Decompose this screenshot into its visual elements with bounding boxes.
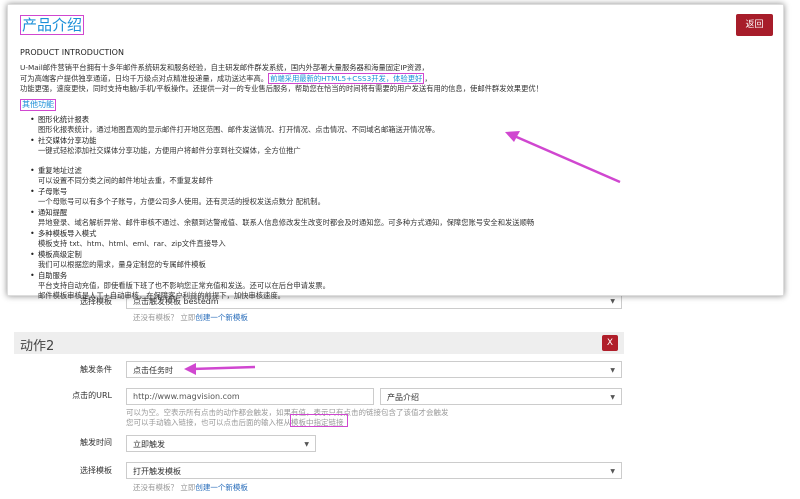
url-hint-line2-text: 您可以手动输入链接，也可以点击后面的输入框从 bbox=[126, 418, 291, 427]
list-item: 自助服务 平台支持自动充值，即使看版下班了也不影响您正常充值和发送。还可以在后台… bbox=[30, 271, 752, 301]
feature-title: 通知提醒 bbox=[30, 208, 752, 218]
hint-bottom-text: 还没有模板？ 立即 bbox=[133, 483, 196, 492]
hint-bottom: 还没有模板？ 立即创建一个新模板 bbox=[133, 482, 248, 493]
feature-title: 重复地址过滤 bbox=[30, 166, 752, 176]
list-item: 模板高级定制 我们可以根据您的需求，量身定制您的专属邮件模板 bbox=[30, 250, 752, 270]
modal-subtitle: PRODUCT INTRODUCTION bbox=[20, 48, 124, 57]
url-template-select-value: 产品介绍 bbox=[387, 393, 419, 402]
desc-line2: 可为高端客户提供独享通道，日均千万级点对点精准投递量，成功送达率高。 前端采用最新… bbox=[20, 72, 770, 85]
feature-desc: 平台支持自动充值，即使看版下班了也不影响您正常充值和发送。还可以在后台申请发票。 bbox=[38, 281, 330, 290]
list-item: 子母账号 一个母账号可以有多个子账号，方便公司多人使用。还有灵活的授权发送点数分… bbox=[30, 187, 752, 207]
list-item: 通知提醒 异地登录、域名解析异常、邮件审核不通过、余额到达警戒值、联系人信息修改… bbox=[30, 208, 752, 228]
desc-highlight: 前端采用最新的HTML5+CSS3开发，体验更好 bbox=[268, 72, 425, 84]
desc-line2-b: ， bbox=[424, 73, 432, 83]
chevron-down-icon: ▼ bbox=[610, 367, 615, 374]
product-intro-modal: 产品介绍 返回 PRODUCT INTRODUCTION U-Mail邮件营销平… bbox=[7, 4, 784, 300]
url-input-value: http://www.magvision.com bbox=[133, 392, 240, 401]
feature-title: 自助服务 bbox=[30, 271, 752, 281]
remove-action-button[interactable]: X bbox=[602, 335, 618, 351]
feature-title: 多种模板导入模式 bbox=[30, 229, 752, 239]
feature-title: 子母账号 bbox=[30, 187, 752, 197]
feature-desc: 一键式轻松添加社交媒体分享功能，方便用户将邮件分享到社交媒体，全方位推广 bbox=[38, 146, 301, 155]
feature-desc: 模板支持 txt、htm、html、eml、rar、zip文件直接导入 bbox=[38, 239, 226, 248]
section-title: 动作2 bbox=[20, 339, 55, 354]
create-template-link-bottom[interactable]: 创建一个新模板 bbox=[195, 483, 248, 492]
action-section-header: 动作2 X bbox=[14, 332, 624, 354]
feature-title: 社交媒体分享功能 bbox=[30, 136, 752, 146]
desc-line3: 功能更强，速度更快，同时支持电脑/手机/平板操作。还提供一对一的专业售后服务，帮… bbox=[20, 84, 543, 93]
modal-description: U-Mail邮件营销平台拥有十多年邮件系统研发和服务经验，自主研发邮件群发系统，… bbox=[20, 63, 770, 95]
feature-desc: 图形化报表统计，通过地图直观的显示邮件打开地区范围、邮件发送情况、打开情况、点击… bbox=[38, 125, 440, 134]
feature-desc: 异地登录、域名解析异常、邮件审核不通过、余额到达警戒值、联系人信息修改发生改变时… bbox=[38, 218, 535, 227]
chevron-down-icon: ▼ bbox=[610, 468, 615, 475]
trigger-label: 触发条件 bbox=[80, 365, 112, 374]
desc-line1: U-Mail邮件营销平台拥有十多年邮件系统研发和服务经验，自主研发邮件群发系统，… bbox=[20, 63, 429, 72]
back-button[interactable]: 返回 bbox=[736, 14, 773, 36]
feature-title: 图形化统计报表 bbox=[30, 115, 752, 125]
modal-title: 产品介绍 bbox=[20, 15, 85, 35]
url-template-select[interactable]: 产品介绍 ▼ bbox=[380, 388, 622, 405]
chevron-down-icon: ▼ bbox=[610, 394, 615, 401]
url-label: 点击的URL bbox=[72, 391, 112, 400]
template-select-value: 打开触发模板 bbox=[133, 467, 181, 476]
feature-title: 模板高级定制 bbox=[30, 250, 752, 260]
url-input[interactable]: http://www.magvision.com bbox=[126, 388, 374, 405]
template-select[interactable]: 打开触发模板 ▼ bbox=[126, 462, 622, 479]
list-item: 图形化统计报表 图形化报表统计，通过地图直观的显示邮件打开地区范围、邮件发送情况… bbox=[30, 115, 752, 135]
url-hint-highlight-box bbox=[290, 414, 348, 427]
list-item: 多种模板导入模式 模板支持 txt、htm、html、eml、rar、zip文件… bbox=[30, 229, 752, 249]
desc-line2-a: 可为高端客户提供独享通道，日均千万级点对点精准投递量，成功送达率高。 bbox=[20, 73, 269, 83]
time-label: 触发时间 bbox=[80, 438, 112, 447]
feature-desc-2: 邮件模板审核是人工+自动审核，在保障客户利益的前提下，加快审核速度。 bbox=[38, 291, 285, 300]
trigger-select-value: 点击任务时 bbox=[133, 366, 173, 375]
hint-top-text: 还没有模板？ 立即 bbox=[133, 313, 196, 322]
list-item: 社交媒体分享功能 一键式轻松添加社交媒体分享功能，方便用户将邮件分享到社交媒体，… bbox=[30, 136, 752, 165]
trigger-select[interactable]: 点击任务时 ▼ bbox=[126, 361, 622, 378]
feature-desc: 一个母账号可以有多个子账号，方便公司多人使用。还有灵活的授权发送点数分 配机制。 bbox=[38, 197, 325, 206]
time-select[interactable]: 立即触发 ▼ bbox=[126, 435, 316, 452]
feature-desc: 我们可以根据您的需求，量身定制您的专属邮件模板 bbox=[38, 260, 206, 269]
list-item: 重复地址过滤 可以设置不同分类之间的邮件地址去重，不重复发邮件 bbox=[30, 166, 752, 186]
hint-top: 还没有模板？ 立即创建一个新模板 bbox=[133, 312, 248, 323]
time-select-value: 立即触发 bbox=[133, 440, 165, 449]
chevron-down-icon: ▼ bbox=[304, 441, 309, 448]
feature-desc: 可以设置不同分类之间的邮件地址去重，不重复发邮件 bbox=[38, 176, 214, 185]
create-template-link-top[interactable]: 创建一个新模板 bbox=[195, 313, 248, 322]
features-title: 其他功能 bbox=[20, 99, 56, 111]
choose-template-label: 选择模板 bbox=[80, 466, 112, 475]
feature-list: 图形化统计报表 图形化报表统计，通过地图直观的显示邮件打开地区范围、邮件发送情况… bbox=[30, 115, 752, 302]
